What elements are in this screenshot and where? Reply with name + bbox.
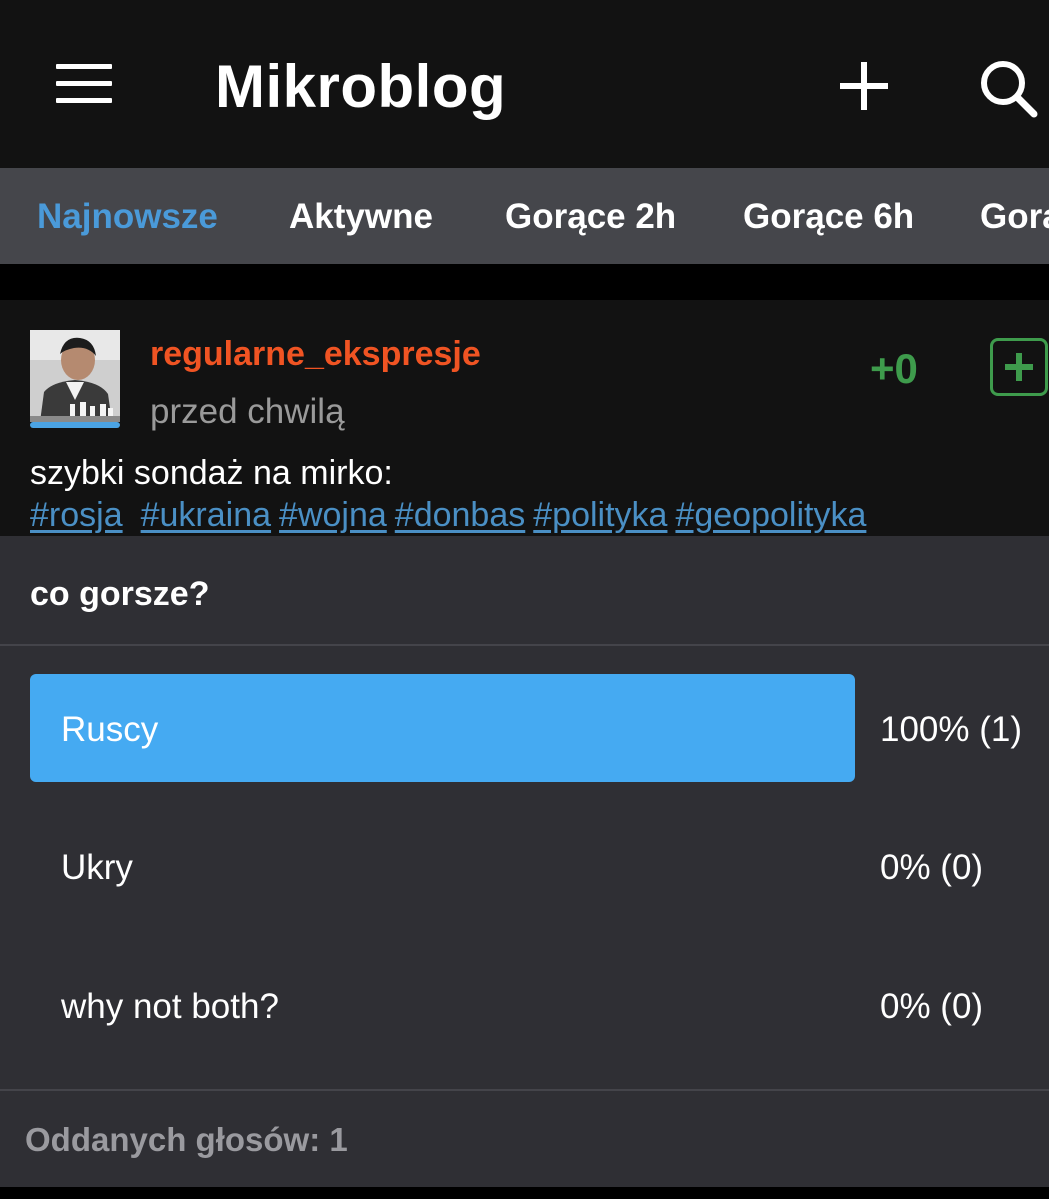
poll-option-label: why not both? (61, 987, 279, 1026)
tag-link[interactable]: #geopolityka (675, 496, 866, 534)
tab-najnowsze[interactable]: Najnowsze (37, 168, 218, 264)
tab-gorace-2h[interactable]: Gorące 2h (505, 168, 676, 264)
divider (0, 1187, 1049, 1199)
divider (0, 1089, 1049, 1091)
tag-link[interactable]: #rosja (30, 496, 123, 534)
poll-option-result: 0% (0) (880, 987, 984, 1026)
poll-option[interactable]: why not both? (30, 951, 855, 1059)
poll-option-label: Ukry (61, 848, 133, 887)
plus-icon (1005, 353, 1033, 381)
entry-author[interactable]: regularne_ekspresje (150, 332, 481, 376)
poll-option-result: 0% (0) (880, 848, 984, 887)
tag-list: #rosja #ukraina #wojna #donbas #polityka #geo… (30, 494, 874, 536)
hamburger-menu-icon[interactable] (56, 64, 112, 104)
entry-card: regularne_ekspresje przed chwilą +0 szyb… (0, 300, 1049, 536)
feed-tabs: Najnowsze Aktywne Gorące 2h Gorące 6h Go… (0, 168, 1049, 264)
tab-gorace-more[interactable]: Gora (980, 168, 1049, 264)
poll-option-label: Ruscy (61, 710, 159, 749)
page-title: Mikroblog (215, 53, 507, 120)
poll-option[interactable]: Ruscy (30, 674, 855, 782)
divider (0, 264, 1049, 300)
poll-vote-total: Oddanych głosów: 1 (25, 1121, 348, 1158)
upvote-button[interactable] (990, 338, 1048, 396)
plus-icon[interactable] (838, 60, 890, 112)
tag-link[interactable]: #polityka (533, 496, 667, 534)
divider (0, 644, 1049, 646)
poll-question: co gorsze? (30, 575, 210, 613)
poll-option-result: 100% (1) (880, 710, 1023, 749)
entry-time: przed chwilą (150, 392, 345, 431)
search-icon[interactable] (978, 58, 1038, 118)
tag-link[interactable]: #wojna (279, 496, 387, 534)
tag-link[interactable]: #donbas (395, 496, 525, 534)
entry-body: szybki sondaż na mirko: (30, 454, 393, 492)
tag-link[interactable]: #ukraina (141, 496, 271, 534)
vote-count: +0 (870, 345, 918, 392)
poll-option[interactable]: Ukry (30, 812, 855, 920)
avatar-underline (30, 422, 120, 428)
avatar[interactable] (30, 330, 120, 422)
tab-gorace-6h[interactable]: Gorące 6h (743, 168, 914, 264)
tab-aktywne[interactable]: Aktywne (289, 168, 433, 264)
poll: co gorsze? Ruscy 100% (1) Ukry 0% (0) wh… (0, 536, 1049, 1187)
app-header: Mikroblog (0, 0, 1049, 168)
